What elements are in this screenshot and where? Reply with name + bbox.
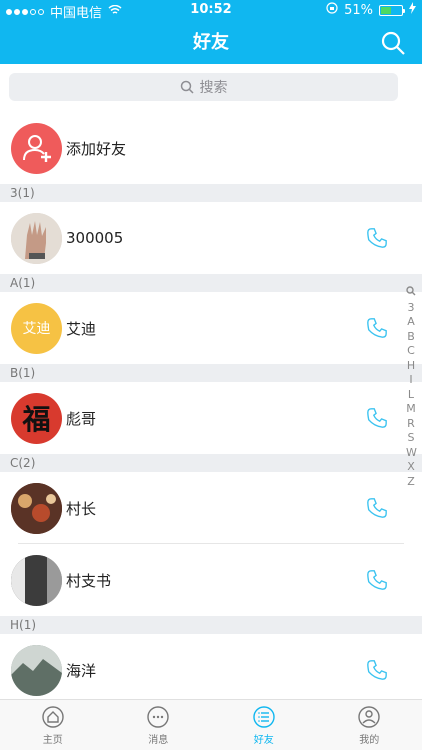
index-letter[interactable]: C: [406, 344, 416, 359]
search-placeholder: 搜索: [199, 80, 228, 96]
phone-icon[interactable]: [366, 317, 388, 339]
add-friend-label: 添加好友: [66, 139, 127, 158]
index-letter[interactable]: B: [406, 330, 416, 345]
section-header: C(2): [0, 454, 422, 472]
page-title: 好友: [193, 32, 229, 53]
phone-icon[interactable]: [366, 407, 388, 429]
avatar-text: 福: [22, 403, 51, 436]
tab-label: 主页: [42, 734, 63, 746]
contact-row[interactable]: 300005: [0, 202, 422, 274]
section-header: A(1): [0, 274, 422, 292]
contact-avatar: 艾迪: [11, 302, 62, 354]
status-right: 51%: [326, 2, 416, 18]
section-header: H(1): [0, 616, 422, 634]
contact-avatar: [11, 212, 62, 264]
profile-icon: [357, 705, 381, 729]
add-friend-avatar: [11, 122, 62, 174]
battery-icon: [379, 4, 405, 16]
index-letter[interactable]: M: [406, 402, 416, 417]
contact-name: 艾迪: [66, 319, 97, 338]
battery-fill: [381, 6, 391, 14]
status-left: 中国电信: [6, 2, 122, 21]
tab-messages[interactable]: 消息: [106, 700, 212, 750]
index-letter[interactable]: X: [406, 460, 416, 475]
phone-icon[interactable]: [366, 569, 388, 591]
contact-row[interactable]: 村长: [0, 472, 422, 544]
signal-dots: [6, 8, 44, 15]
index-letter[interactable]: A: [406, 315, 416, 330]
tab-home[interactable]: 主页: [0, 700, 106, 750]
signal-dot: [38, 8, 44, 15]
contact-name: 海洋: [66, 661, 97, 680]
contact-row[interactable]: 海洋: [0, 634, 422, 702]
charging-icon: [409, 2, 416, 18]
signal-dot: [6, 8, 12, 15]
search-icon[interactable]: [380, 30, 406, 56]
search-area: 搜索: [0, 64, 422, 112]
carrier-label: 中国电信: [50, 6, 103, 21]
battery-percent: 51%: [344, 2, 373, 18]
index-search-icon[interactable]: [406, 286, 416, 301]
contact-avatar: [11, 644, 62, 696]
contact-avatar: [11, 554, 62, 606]
index-letter[interactable]: S: [406, 431, 416, 446]
index-letter[interactable]: R: [406, 417, 416, 432]
signal-dot: [14, 8, 20, 15]
contact-name: 村长: [66, 499, 97, 518]
section-header: B(1): [0, 364, 422, 382]
list-icon: [252, 705, 276, 729]
wifi-icon: [108, 4, 122, 19]
status-time: 10:52: [190, 2, 232, 17]
contact-avatar: [11, 482, 62, 534]
index-letter[interactable]: Z: [406, 475, 416, 490]
battery-cap: [403, 8, 405, 13]
status-bar: 中国电信 10:52 51%: [0, 0, 422, 21]
phone-icon[interactable]: [366, 497, 388, 519]
tab-label: 消息: [148, 734, 169, 746]
contact-avatar: 福: [11, 392, 62, 444]
index-letter[interactable]: L: [406, 388, 416, 403]
add-friend-row[interactable]: 添加好友: [0, 112, 422, 184]
signal-dot: [30, 8, 36, 15]
contact-row[interactable]: 村支书: [0, 544, 422, 616]
rotation-lock-icon: [326, 2, 338, 18]
phone-icon[interactable]: [366, 659, 388, 681]
index-letter[interactable]: I: [406, 373, 416, 388]
top-bar: 中国电信 10:52 51% 好友: [0, 0, 422, 64]
tab-friends[interactable]: 好友: [211, 700, 317, 750]
index-letter[interactable]: 3: [406, 301, 416, 316]
index-letter[interactable]: H: [406, 359, 416, 374]
section-header: 3(1): [0, 184, 422, 202]
contact-name: 300005: [66, 229, 124, 247]
contact-name: 村支书: [66, 571, 112, 590]
index-letter[interactable]: W: [406, 446, 417, 461]
phone-icon[interactable]: [366, 227, 388, 249]
tab-label: 好友: [253, 734, 274, 746]
contact-name: 彪哥: [66, 409, 97, 428]
alphabet-index[interactable]: 3 A B C H I L M R S W X Z: [406, 286, 417, 490]
tab-label: 我的: [359, 734, 380, 746]
signal-dot: [22, 8, 28, 15]
tab-profile[interactable]: 我的: [317, 700, 422, 750]
add-user-icon: [22, 135, 51, 162]
home-icon: [41, 705, 65, 729]
contact-row[interactable]: 艾迪 艾迪: [0, 292, 422, 364]
contact-row[interactable]: 福 彪哥: [0, 382, 422, 454]
search-input[interactable]: 搜索: [9, 73, 398, 101]
search-icon: [180, 80, 194, 94]
avatar-text: 艾迪: [22, 321, 51, 337]
chat-icon: [146, 705, 170, 729]
friend-list: 添加好友 3(1) 300005 A(1) 艾迪 艾迪 B(1) 福 彪哥 C(…: [0, 112, 422, 702]
bottom-tab-bar: 主页 消息 好友 我的: [0, 699, 422, 750]
